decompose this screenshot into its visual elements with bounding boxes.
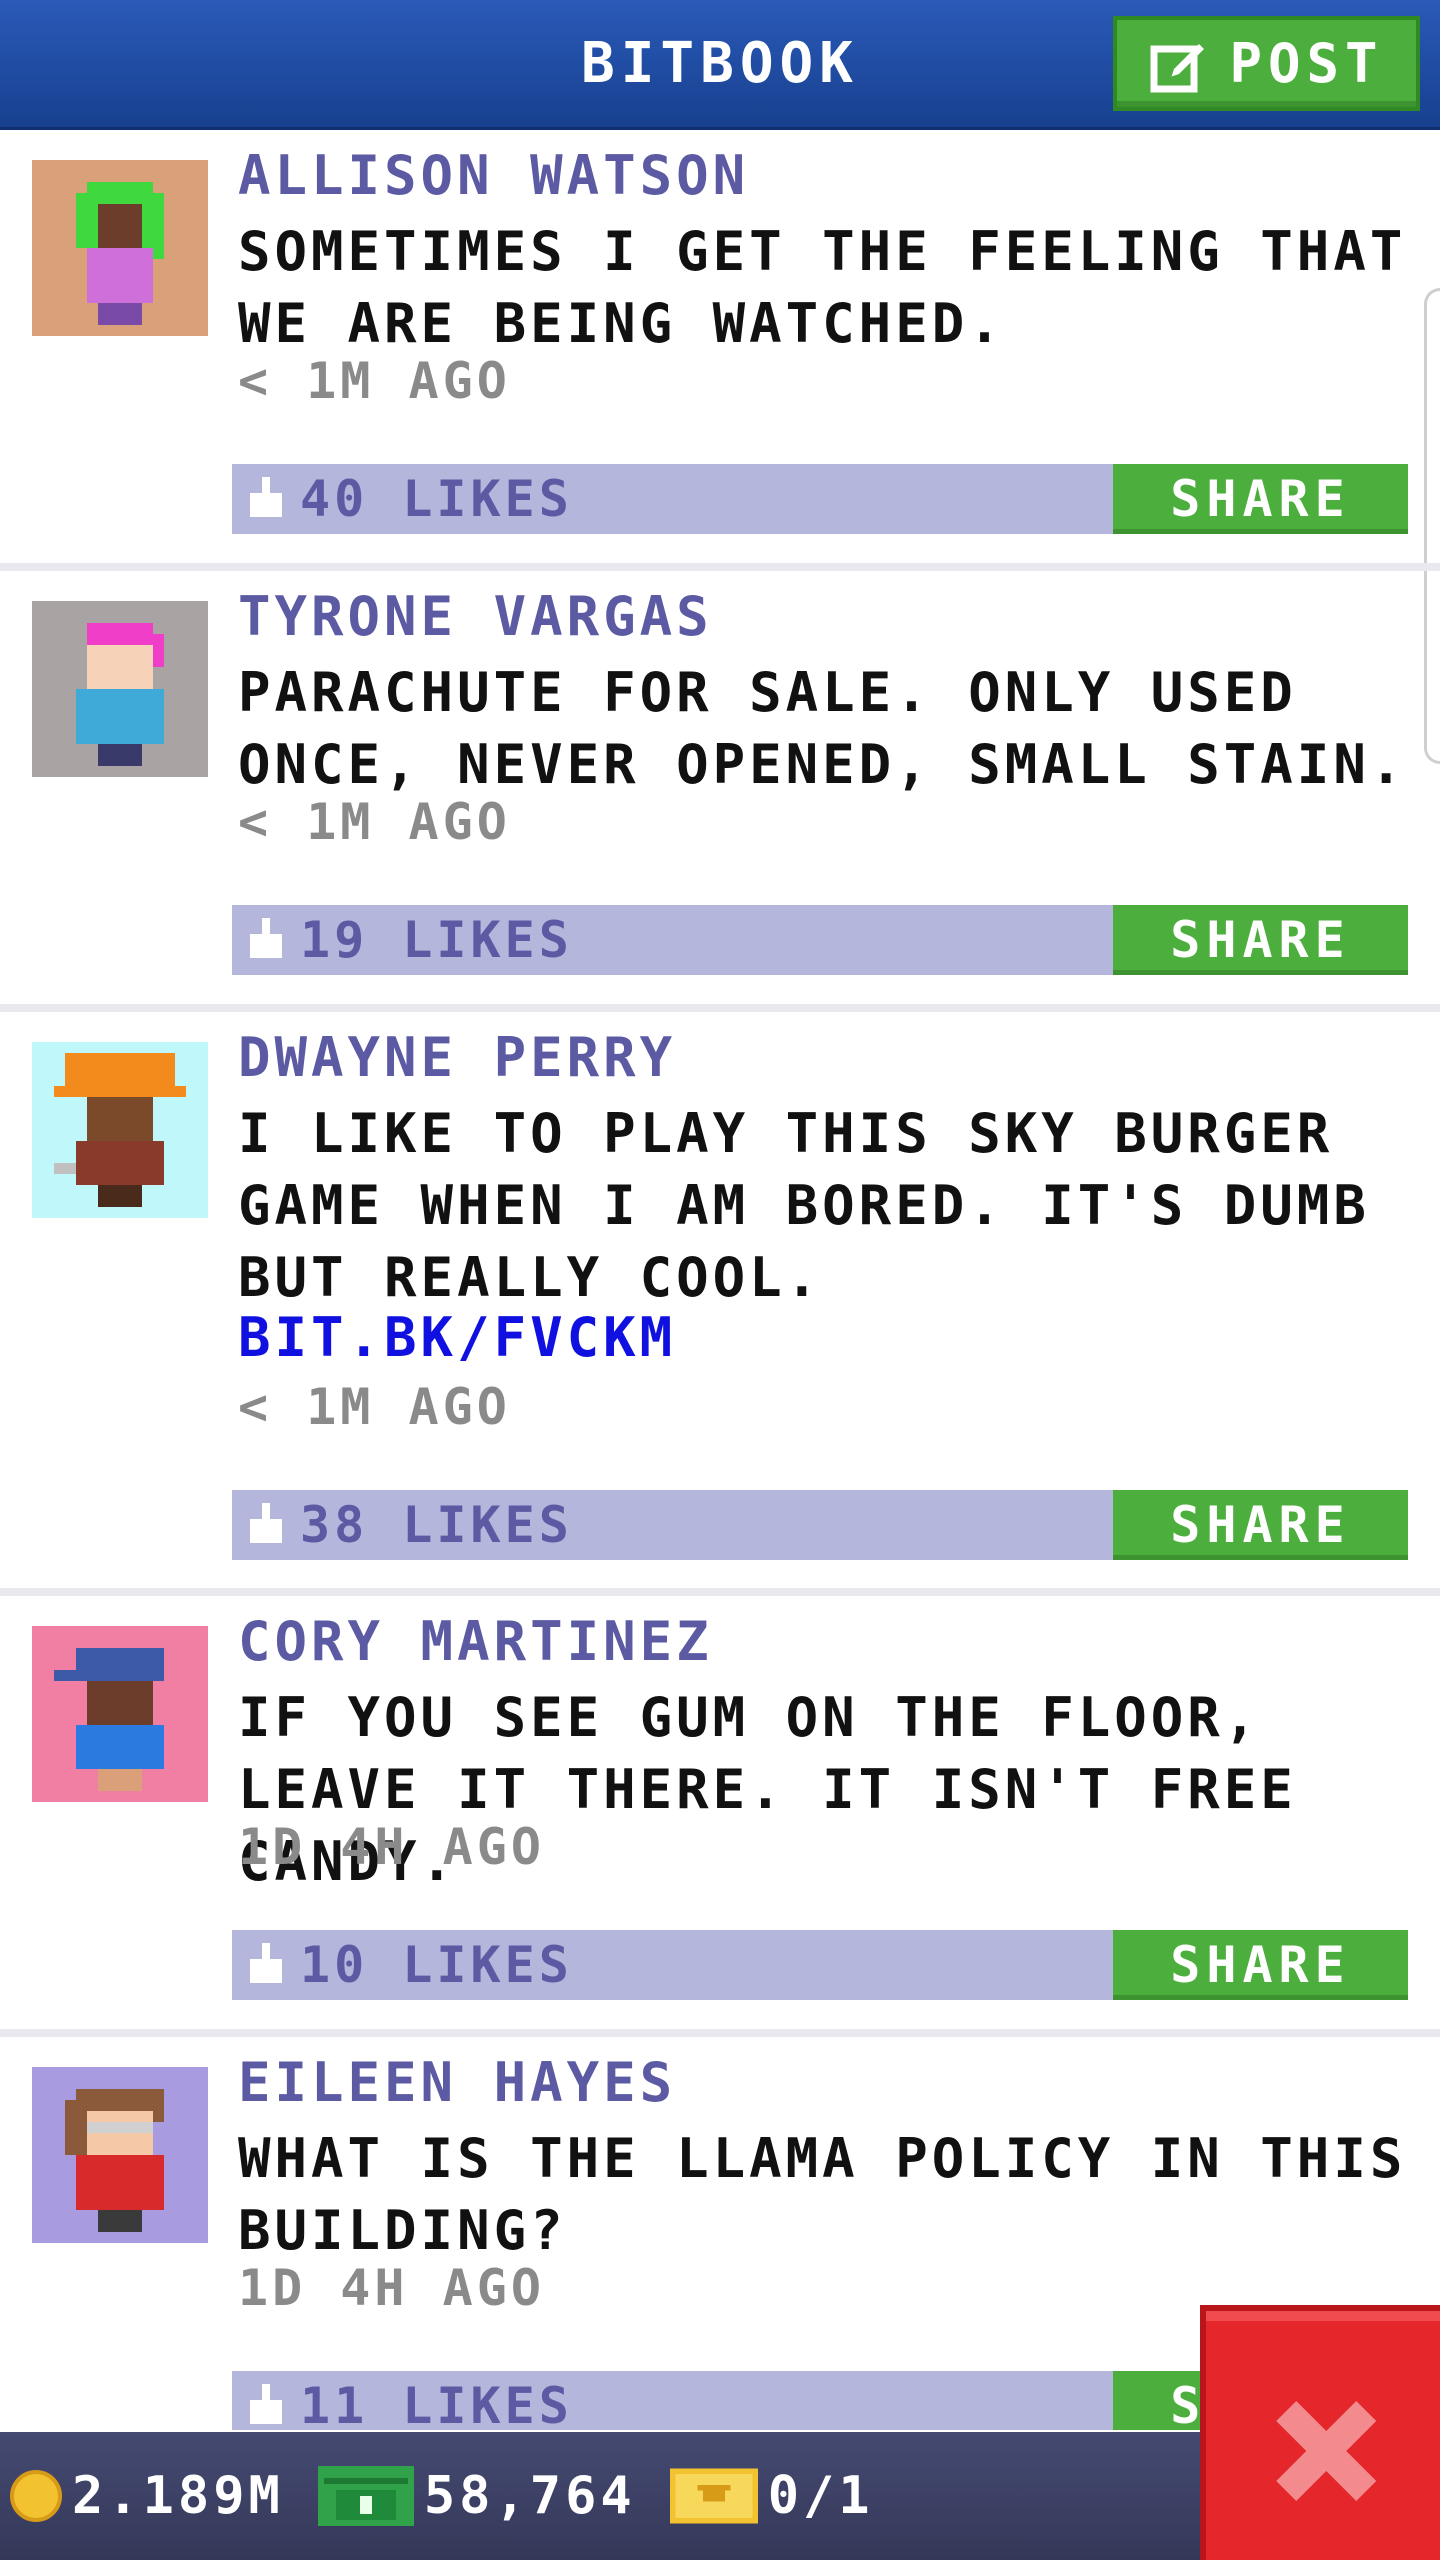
post-timestamp: 1D 4H AGO xyxy=(238,2259,545,2317)
thumbs-up-icon xyxy=(250,1503,282,1543)
app-header: BITBOOK POST xyxy=(0,0,1440,130)
post-link[interactable]: BIT.BK/FVCKM xyxy=(238,1306,676,1369)
post-message: WHAT IS THE LLAMA POLICY IN THIS BUILDIN… xyxy=(238,2127,1407,2262)
avatar[interactable] xyxy=(32,2067,208,2243)
close-icon xyxy=(1276,2401,1376,2501)
coins-value: 2.189M xyxy=(72,2466,284,2526)
like-bar: 19 LIKES SHARE xyxy=(232,905,1408,975)
bux-value: 58,764 xyxy=(423,2466,636,2526)
post-author[interactable]: ALLISON WATSON xyxy=(238,144,749,207)
like-bar: 38 LIKES SHARE xyxy=(232,1490,1408,1560)
like-bar: 10 LIKES SHARE xyxy=(232,1930,1408,2000)
post-feed: ALLISON WATSON SOMETIMES I GET THE FEELI… xyxy=(0,130,1440,2430)
like-button[interactable]: 10 LIKES xyxy=(246,1930,573,2000)
post-author[interactable]: EILEEN HAYES xyxy=(238,2051,676,2114)
post-button[interactable]: POST xyxy=(1113,16,1420,111)
post-item: ALLISON WATSON SOMETIMES I GET THE FEELI… xyxy=(0,130,1440,571)
post-message: PARACHUTE FOR SALE. ONLY USED ONCE, NEVE… xyxy=(238,661,1407,796)
avatar[interactable] xyxy=(32,1626,208,1802)
like-count: 10 LIKES xyxy=(300,1936,573,1994)
like-count: 19 LIKES xyxy=(300,911,573,969)
post-timestamp: < 1M AGO xyxy=(238,352,511,410)
like-count: 11 LIKES xyxy=(300,2377,573,2430)
post-item: TYRONE VARGAS PARACHUTE FOR SALE. ONLY U… xyxy=(0,571,1440,1012)
avatar[interactable] xyxy=(32,601,208,777)
like-count: 40 LIKES xyxy=(300,470,573,528)
post-timestamp: 1D 4H AGO xyxy=(238,1818,545,1876)
bux-display: 58,764 xyxy=(317,2466,636,2526)
thumbs-up-icon xyxy=(250,2384,282,2424)
bux-icon xyxy=(317,2466,414,2526)
avatar[interactable] xyxy=(32,160,208,336)
post-author[interactable]: TYRONE VARGAS xyxy=(238,585,713,648)
like-count: 38 LIKES xyxy=(300,1496,573,1554)
thumbs-up-icon xyxy=(250,918,282,958)
compose-icon xyxy=(1150,43,1205,92)
like-button[interactable]: 19 LIKES xyxy=(246,905,573,975)
like-button[interactable]: 11 LIKES xyxy=(246,2371,573,2430)
post-timestamp: < 1M AGO xyxy=(238,793,511,851)
tickets-value: 0/1 xyxy=(767,2466,874,2526)
post-item: CORY MARTINEZ IF YOU SEE GUM ON THE FLOO… xyxy=(0,1596,1440,2037)
post-message: I LIKE TO PLAY THIS SKY BURGER GAME WHEN… xyxy=(238,1102,1370,1309)
like-button[interactable]: 38 LIKES xyxy=(246,1490,573,1560)
thumbs-up-icon xyxy=(250,1943,282,1983)
coin-icon xyxy=(10,2470,62,2522)
like-bar: 40 LIKES SHARE xyxy=(232,464,1408,534)
close-button[interactable] xyxy=(1200,2305,1440,2560)
post-timestamp: < 1M AGO xyxy=(238,1378,511,1436)
post-author[interactable]: DWAYNE PERRY xyxy=(238,1026,676,1089)
avatar[interactable] xyxy=(32,1042,208,1218)
thumbs-up-icon xyxy=(250,477,282,517)
post-message: SOMETIMES I GET THE FEELING THAT WE ARE … xyxy=(238,220,1407,355)
post-author[interactable]: CORY MARTINEZ xyxy=(238,1610,713,1673)
share-button[interactable]: SHARE xyxy=(1113,1490,1408,1560)
tickets-display: 0/1 xyxy=(669,2466,874,2526)
post-button-label: POST xyxy=(1229,32,1384,95)
share-button[interactable]: SHARE xyxy=(1113,1930,1408,2000)
like-button[interactable]: 40 LIKES xyxy=(246,464,573,534)
share-button[interactable]: SHARE xyxy=(1113,464,1408,534)
ticket-icon xyxy=(669,2468,758,2524)
share-button[interactable]: SHARE xyxy=(1113,905,1408,975)
coins-display: 2.189M xyxy=(10,2466,284,2526)
post-item: DWAYNE PERRY I LIKE TO PLAY THIS SKY BUR… xyxy=(0,1012,1440,1596)
